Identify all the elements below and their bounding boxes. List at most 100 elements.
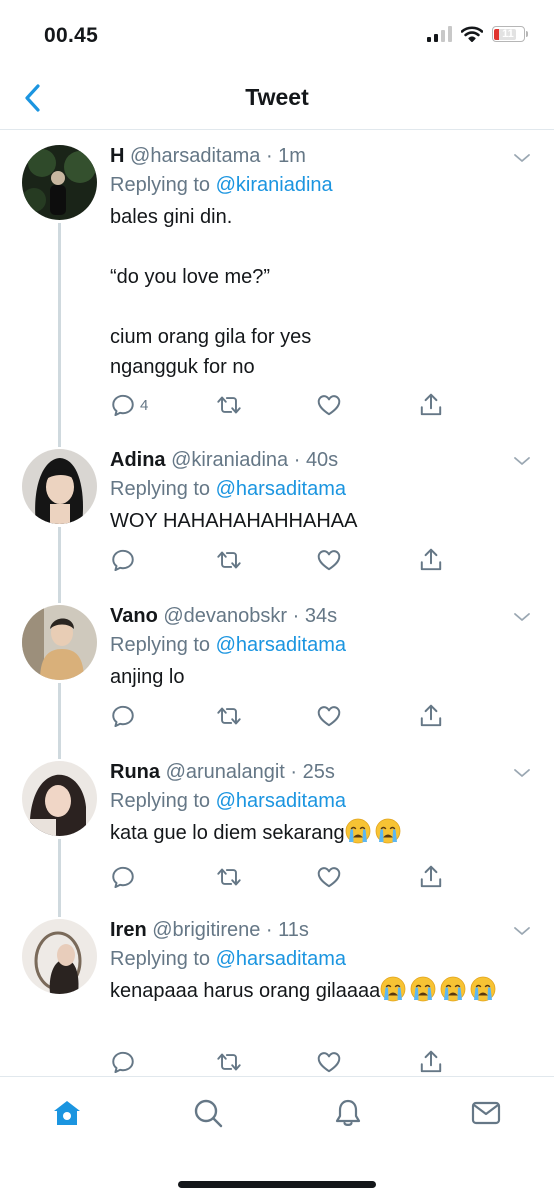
reply-button[interactable] [110, 701, 136, 731]
replying-to: Replying to @harsaditama [110, 634, 346, 656]
tweet-header: Vano @devanobskr · 34s [110, 605, 338, 627]
tab-home[interactable] [47, 1093, 87, 1133]
wifi-icon [460, 26, 483, 42]
tweet-time: 25s [302, 761, 335, 783]
retweet-icon [214, 703, 244, 729]
retweet-button[interactable] [214, 390, 244, 420]
retweet-icon [214, 1049, 244, 1075]
user-handle[interactable]: @arunalangit [166, 761, 285, 783]
tweet-text: anjing lo [110, 666, 185, 688]
replying-to-handle[interactable]: @harsaditama [216, 634, 346, 656]
tweet[interactable]: Iren @brigitirene · 11s Replying to @har… [0, 911, 554, 1076]
loudly-crying-face-icon [440, 976, 466, 1002]
replying-to-handle[interactable]: @kiraniadina [216, 174, 333, 196]
share-button[interactable] [418, 545, 444, 575]
avatar[interactable] [22, 145, 97, 220]
retweet-button[interactable] [214, 1047, 244, 1076]
tab-messages[interactable] [466, 1093, 506, 1133]
battery-level: 11 [502, 28, 514, 40]
page-title: Tweet [245, 84, 309, 110]
reply-button[interactable] [110, 1047, 136, 1076]
chevron-down-icon[interactable] [512, 607, 532, 627]
tweet-text: kenapaaa harus orang gilaaaa [110, 976, 514, 1006]
loudly-crying-face-icon [380, 976, 406, 1002]
replying-to: Replying to @harsaditama [110, 790, 346, 812]
status-time: 00.45 [44, 24, 99, 47]
display-name[interactable]: Vano [110, 605, 158, 627]
tweet-actions [110, 545, 450, 575]
search-icon [194, 1099, 223, 1128]
replying-to: Replying to @harsaditama [110, 948, 346, 970]
tweet[interactable]: Vano @devanobskr · 34s Replying to @hars… [0, 599, 554, 755]
share-icon [418, 1049, 444, 1075]
tweet-actions: 4 [110, 390, 450, 420]
chevron-down-icon[interactable] [512, 451, 532, 471]
tweet-time: 11s [278, 919, 309, 941]
reply-button[interactable] [110, 545, 136, 575]
user-handle[interactable]: @brigitirene [152, 919, 260, 941]
reply-button[interactable] [110, 862, 136, 892]
status-icons: 11 [426, 26, 528, 42]
tab-search[interactable] [188, 1093, 228, 1133]
replying-to-handle[interactable]: @harsaditama [216, 790, 346, 812]
tweet-time: 34s [304, 605, 338, 627]
display-name[interactable]: Adina [110, 449, 166, 471]
replying-to-handle[interactable]: @harsaditama [216, 948, 346, 970]
user-handle[interactable]: @harsaditama [130, 145, 260, 167]
like-button[interactable] [316, 545, 342, 575]
display-name[interactable]: Iren [110, 919, 147, 941]
chevron-down-icon[interactable] [512, 921, 532, 941]
tweet-header: Adina @kiraniadina · 40s [110, 449, 339, 471]
replying-to-handle[interactable]: @harsaditama [216, 478, 346, 500]
retweet-button[interactable] [214, 545, 244, 575]
share-icon [418, 864, 444, 890]
tweet-header: Runa @arunalangit · 25s [110, 761, 335, 783]
tweet-header: Iren @brigitirene · 11s [110, 919, 309, 941]
retweet-button[interactable] [214, 701, 244, 731]
reply-icon [110, 1049, 136, 1075]
tweet-actions [110, 701, 450, 731]
tweet-text: bales gini din. “do you love me?” cium o… [110, 206, 312, 378]
retweet-button[interactable] [214, 862, 244, 892]
heart-icon [316, 392, 342, 418]
tweet-text: kata gue lo diem sekarang [110, 818, 514, 848]
display-name[interactable]: H [110, 145, 124, 167]
share-button[interactable] [418, 701, 444, 731]
tweet-actions [110, 862, 450, 892]
share-button[interactable] [418, 862, 444, 892]
share-icon [418, 547, 444, 573]
like-button[interactable] [316, 701, 342, 731]
avatar[interactable] [22, 449, 97, 524]
heart-icon [316, 547, 342, 573]
share-button[interactable] [418, 390, 444, 420]
like-button[interactable] [316, 1047, 342, 1076]
display-name[interactable]: Runa [110, 761, 160, 783]
avatar[interactable] [22, 605, 97, 680]
share-button[interactable] [418, 1047, 444, 1076]
reply-button[interactable]: 4 [110, 390, 148, 420]
replying-to: Replying to @harsaditama [110, 478, 346, 500]
tab-notifications[interactable] [328, 1093, 368, 1133]
notifications-icon [335, 1099, 361, 1126]
tweet[interactable]: H @harsaditama · 1m Replying to @kirania… [0, 131, 554, 443]
tweet-time: 40s [305, 449, 339, 471]
chevron-down-icon[interactable] [512, 148, 532, 168]
reply-icon [110, 864, 136, 890]
like-button[interactable] [316, 862, 342, 892]
heart-icon [316, 1049, 342, 1075]
user-handle[interactable]: @devanobskr [163, 605, 287, 627]
loudly-crying-face-icon [345, 818, 371, 844]
status-bar: 00.45 11 [0, 0, 554, 70]
tweet[interactable]: Adina @kiraniadina · 40s Replying to @ha… [0, 443, 554, 599]
user-handle[interactable]: @kiraniadina [171, 449, 288, 471]
tweet[interactable]: Runa @arunalangit · 25s Replying to @har… [0, 755, 554, 911]
home-indicator[interactable] [178, 1181, 376, 1188]
chevron-down-icon[interactable] [512, 763, 532, 783]
loudly-crying-face-icon [470, 976, 496, 1002]
retweet-icon [214, 864, 244, 890]
avatar[interactable] [22, 919, 97, 994]
avatar[interactable] [22, 761, 97, 836]
retweet-icon [214, 392, 244, 418]
like-button[interactable] [316, 390, 342, 420]
reply-icon [110, 547, 136, 573]
